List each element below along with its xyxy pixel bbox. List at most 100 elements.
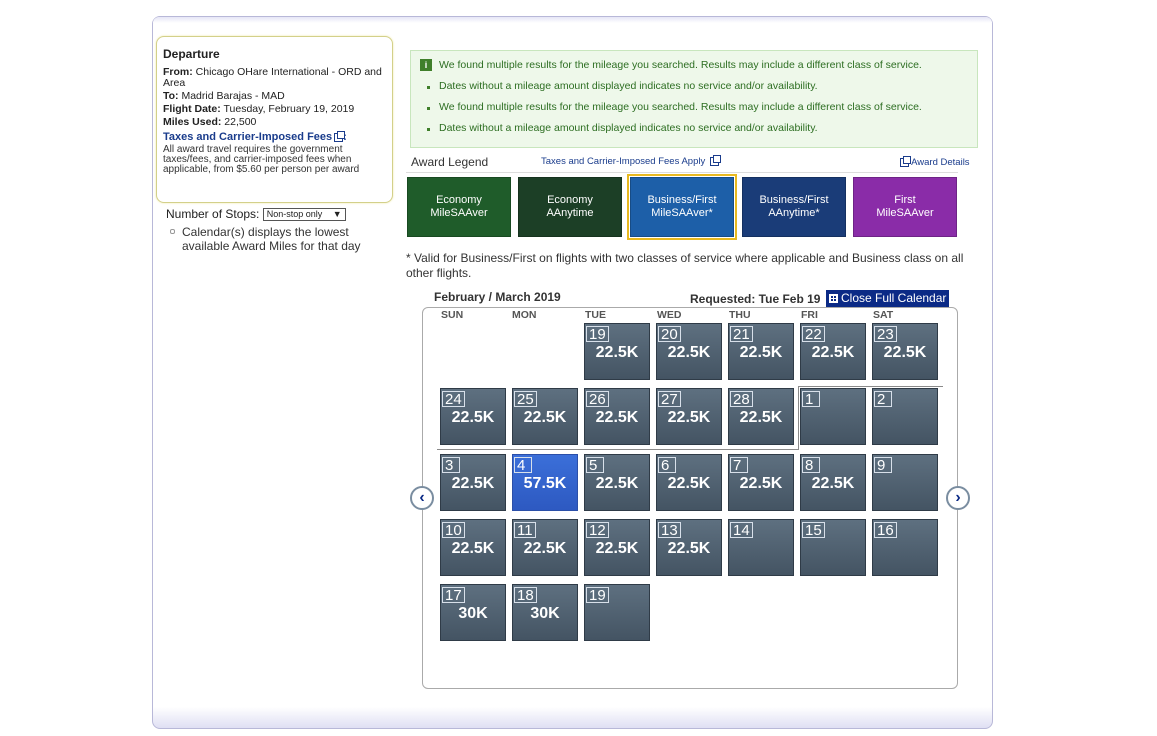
day-number: 20 [658,326,681,342]
flight-date-row: Flight Date: Tuesday, February 19, 2019 [163,104,387,115]
stops-select[interactable]: Non-stop only ▼ [262,208,346,222]
award-line2: MileSAAver* [651,207,713,219]
award-line1: First [894,194,916,206]
award-economy-aanytime-button[interactable]: Economy AAnytime [518,177,622,237]
calendar-day-cell[interactable]: 17 30K [440,584,506,641]
calendar-day-cell[interactable]: 2 [872,388,938,445]
award-line2: MileSAAver [876,207,934,219]
notice-line: We found multiple results for the mileag… [439,101,922,113]
from-row: From: Chicago OHare International - ORD … [163,67,387,89]
fees-link[interactable]: Taxes and Carrier-Imposed Fees: [163,130,387,143]
day-miles: 22.5K [667,475,711,492]
to-row: To: Madrid Barajas - MAD [163,91,387,102]
month-boundary [437,449,799,450]
award-line1: Economy [547,194,593,206]
day-number: 6 [658,457,676,473]
close-calendar-button[interactable]: Close Full Calendar [826,290,949,307]
day-number: 25 [514,391,537,407]
calendar-day-cell[interactable]: 13 22.5K [656,519,722,576]
legend-divider [406,172,958,173]
calendar-day-cell[interactable]: 25 22.5K [512,388,578,445]
award-line2: MileSAAver [430,207,488,219]
next-arrow-icon[interactable]: › [946,486,970,510]
day-number: 7 [730,457,748,473]
day-number: 5 [586,457,604,473]
award-business-milesaaver-button[interactable]: Business/First MileSAAver* [627,174,737,240]
day-number: 12 [586,522,609,538]
calendar-day-cell[interactable]: 24 22.5K [440,388,506,445]
fees-link-label: Taxes and Carrier-Imposed Fees [163,131,333,143]
bullet-icon [427,86,430,89]
calendar-day-cell[interactable]: 11 22.5K [512,519,578,576]
calendar-day-cell[interactable]: 3 22.5K [440,454,506,511]
calendar-day-cell[interactable]: 26 22.5K [584,388,650,445]
day-number: 24 [442,391,465,407]
calendar-day-cell[interactable]: 22 22.5K [800,323,866,380]
day-number: 17 [442,587,465,603]
calendar-day-cell[interactable]: 4 57.5K [512,454,578,511]
calendar-day-cell[interactable]: 12 22.5K [584,519,650,576]
miles-used-label: Miles Used: [163,116,222,128]
dow-sat: SAT [873,309,894,321]
calendar-day-cell[interactable]: 14 [728,519,794,576]
notice-line: We found multiple results for the mileag… [439,59,922,71]
calendar-grid-icon [829,294,838,303]
calendar-day-cell[interactable]: 9 [872,454,938,511]
calendar-day-cell[interactable]: 28 22.5K [728,388,794,445]
day-number: 11 [514,522,536,538]
day-number: 8 [802,457,820,473]
calendar-day-cell[interactable]: 23 22.5K [872,323,938,380]
calendar-day-cell[interactable]: 15 [800,519,866,576]
day-miles: 22.5K [811,475,855,492]
day-number: 21 [730,326,753,342]
calendar-day-cell[interactable]: 8 22.5K [800,454,866,511]
day-miles: 22.5K [595,344,639,361]
stops-filter: Number of Stops: Non-stop only ▼ [166,207,346,222]
day-miles: 22.5K [523,409,567,426]
requested-date: Requested: Tue Feb 19 [690,292,821,306]
award-business-aanytime-button[interactable]: Business/First AAnytime* [742,177,846,237]
award-first-milesaaver-button[interactable]: First MileSAAver [853,177,957,237]
award-line1: Economy [436,194,482,206]
award-details-label: Award Details [911,157,970,168]
day-miles: 22.5K [595,475,639,492]
dow-fri: FRI [801,309,818,321]
calendar-day-cell[interactable]: 21 22.5K [728,323,794,380]
calendar-day-cell[interactable]: 19 22.5K [584,323,650,380]
calendar-day-cell[interactable]: 6 22.5K [656,454,722,511]
award-line2: AAnytime* [768,207,820,219]
month-boundary [798,386,799,449]
day-miles: 30K [530,605,560,622]
day-miles: 22.5K [883,344,927,361]
valid-note: * Valid for Business/First on flights wi… [406,251,964,280]
day-miles: 22.5K [523,540,567,557]
close-calendar-label: Close Full Calendar [841,291,947,305]
award-line1: Business/First [759,194,829,206]
day-number: 23 [874,326,897,342]
calendar-day-cell[interactable]: 1 [800,388,866,445]
day-number: 4 [514,457,532,473]
dow-mon: MON [512,309,537,321]
prev-arrow-icon[interactable]: ‹ [410,486,434,510]
notice-line: Dates without a mileage amount displayed… [439,122,818,134]
calendar-day-cell[interactable]: 27 22.5K [656,388,722,445]
calendar-day-cell[interactable]: 20 22.5K [656,323,722,380]
day-number: 2 [874,391,892,407]
chevron-down-icon: ▼ [332,209,342,220]
award-details-link[interactable]: Award Details [898,155,970,168]
calendar-day-cell[interactable]: 16 [872,519,938,576]
external-link-icon [334,130,346,142]
calendar-day-cell[interactable]: 7 22.5K [728,454,794,511]
day-number: 19 [586,587,609,603]
notice-line: Dates without a mileage amount displayed… [439,80,818,92]
day-miles: 57.5K [523,475,567,492]
calendar-day-cell[interactable]: 10 22.5K [440,519,506,576]
calendar-day-cell[interactable]: 19 [584,584,650,641]
flight-date-value: Tuesday, February 19, 2019 [223,103,355,115]
day-miles: 22.5K [451,475,495,492]
calendar-day-cell[interactable]: 5 22.5K [584,454,650,511]
calendar-day-cell[interactable]: 18 30K [512,584,578,641]
award-economy-milesaaver-button[interactable]: Economy MileSAAver [407,177,511,237]
legend-fees-link[interactable]: Taxes and Carrier-Imposed Fees Apply [541,154,721,167]
day-number: 22 [802,326,825,342]
